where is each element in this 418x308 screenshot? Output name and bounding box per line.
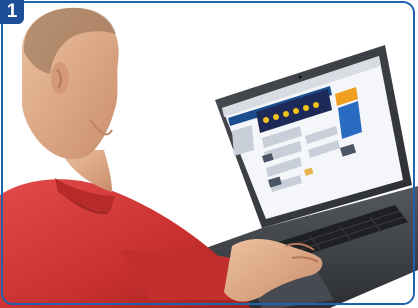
photo-frame: 1 xyxy=(0,0,418,308)
man-using-laptop-photo xyxy=(0,0,418,308)
step-number-badge: 1 xyxy=(0,0,24,24)
